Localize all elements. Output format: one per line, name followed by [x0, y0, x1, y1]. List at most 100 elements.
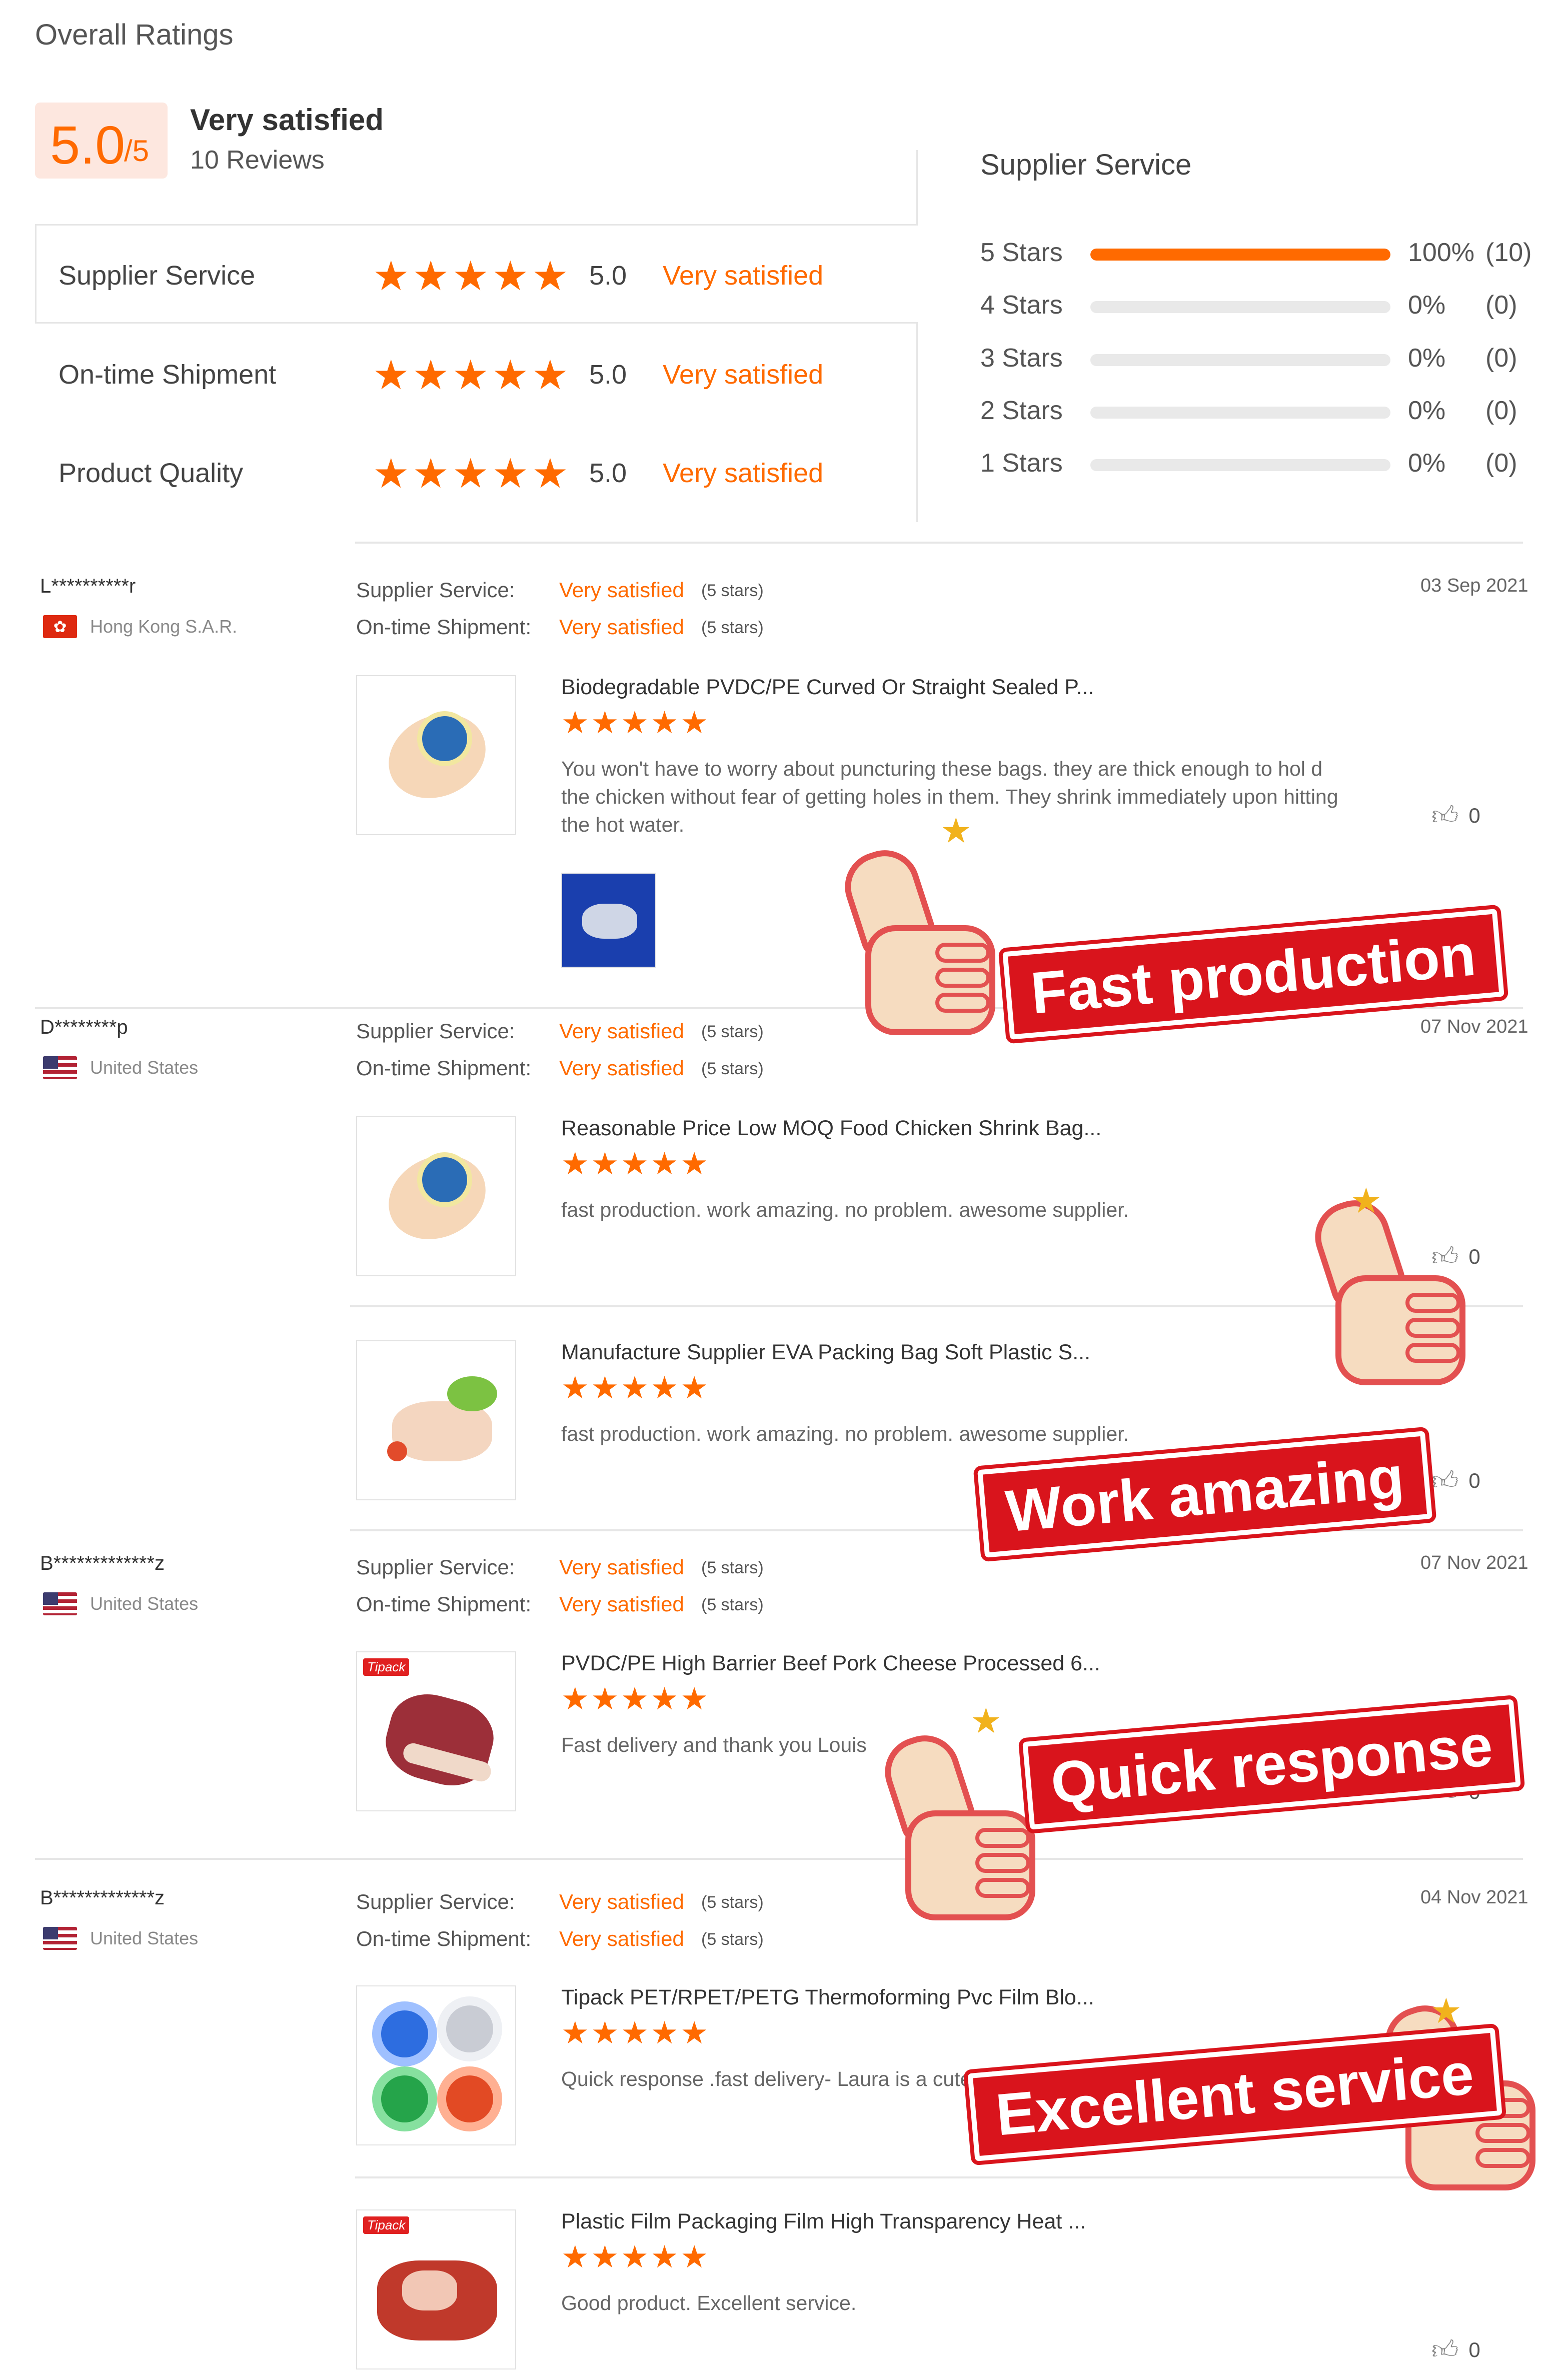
divider [916, 150, 918, 225]
divider [350, 1529, 1523, 1531]
review-date: 04 Nov 2021 [1420, 1887, 1528, 1908]
product-title-link[interactable]: Manufacture Supplier EVA Packing Bag Sof… [561, 1340, 1090, 1365]
shipment-label: On-time Shipment: [356, 1056, 532, 1080]
metric-label-on-time-shipment: On-time Shipment [59, 360, 277, 390]
like-button[interactable]: 👍︎ 0 [1431, 1465, 1480, 1496]
review-text: fast production. work amazing. no proble… [561, 1422, 1129, 1445]
metric-stars: ★ ★ ★ ★ ★ [373, 451, 569, 497]
product-title-link[interactable]: Tipack PET/RPET/PETG Thermoforming Pvc F… [561, 1985, 1094, 2010]
divider [35, 224, 37, 323]
metric-value: 5.0 [589, 261, 627, 291]
divider [35, 322, 918, 324]
overall-score-badge: 5.0 /5 [35, 103, 168, 179]
supplier-service-label: Supplier Service: [356, 578, 515, 602]
rating-stars: ★ ★ ★ ★ ★ [561, 706, 708, 740]
supplier-service-rating: Very satisfied [559, 1890, 684, 1913]
product-thumbnail[interactable] [356, 1340, 516, 1500]
overall-score-max: /5 [124, 134, 150, 168]
metric-value: 5.0 [589, 458, 627, 488]
reviewer-country: United States [43, 1927, 198, 1950]
distribution-bar [1090, 407, 1390, 419]
product-title-link[interactable]: Plastic Film Packaging Film High Transpa… [561, 2209, 1086, 2234]
like-button[interactable]: 👍︎ 0 [1431, 800, 1480, 831]
divider [355, 2176, 1523, 2178]
supplier-service-rating: Very satisfied [559, 1019, 684, 1043]
rating-stars: ★ ★ ★ ★ ★ [561, 1147, 708, 1181]
divider [35, 1858, 1523, 1860]
brand-tag: Tipack [363, 2216, 410, 2234]
distribution-count: (0) [1485, 449, 1517, 478]
product-thumbnail[interactable]: Tipack [356, 1651, 516, 1811]
product-thumbnail[interactable]: Tipack [356, 2209, 516, 2369]
shipment-rating: Very satisfied [559, 615, 684, 639]
thumbs-up-icon: 👍︎ [1431, 1466, 1459, 1495]
distribution-percent: 0% [1408, 396, 1446, 425]
shipment-stars-note: (5 stars) [701, 1059, 764, 1078]
thumbs-up-icon: 👍︎ [1431, 801, 1459, 830]
us-flag-icon [43, 1592, 77, 1615]
review-text: fast production. work amazing. no proble… [561, 1198, 1129, 1221]
shipment-rating: Very satisfied [559, 1592, 684, 1616]
country-label: United States [90, 1057, 199, 1078]
product-title-link[interactable]: Reasonable Price Low MOQ Food Chicken Sh… [561, 1116, 1101, 1141]
product-title-link[interactable]: PVDC/PE High Barrier Beef Pork Cheese Pr… [561, 1651, 1100, 1676]
distribution-label: 5 Stars [980, 238, 1063, 267]
metric-label-supplier-service: Supplier Service [59, 261, 256, 291]
supplier-service-label: Supplier Service: [356, 1890, 515, 1913]
shipment-stars-note: (5 stars) [701, 1930, 764, 1949]
rating-stars: ★ ★ ★ ★ ★ [561, 1682, 708, 1716]
thumbs-up-icon: 👍︎ [1431, 2335, 1459, 2364]
supplier-service-rating: Very satisfied [559, 578, 684, 602]
country-label: United States [90, 1593, 199, 1614]
rating-stars: ★ ★ ★ ★ ★ [561, 2240, 708, 2274]
distribution-row: 5 Stars 100% (10) [980, 238, 1540, 278]
supplier-service-stars-note: (5 stars) [701, 581, 764, 600]
product-thumbnail[interactable] [356, 1985, 516, 2145]
reviewer-country: United States [43, 1056, 198, 1079]
shipment-rating: Very satisfied [559, 1927, 684, 1950]
hong-kong-flag-icon: ✿ [43, 615, 77, 638]
supplier-service-rating: Very satisfied [559, 1555, 684, 1579]
overall-ratings-title: Overall Ratings [35, 19, 234, 51]
distribution-percent: 0% [1408, 344, 1446, 373]
sticker-stamp: Quick response [1018, 1693, 1525, 1836]
product-thumbnail[interactable] [356, 675, 516, 835]
shipment-label: On-time Shipment: [356, 615, 532, 639]
sticker-stamp: Work amazing [973, 1425, 1436, 1564]
like-count: 0 [1468, 1469, 1480, 1492]
reviewer-country: ✿ Hong Kong S.A.R. [43, 615, 237, 638]
review-text: Good product. Excellent service. [561, 2291, 857, 2314]
distribution-label: 1 Stars [980, 449, 1063, 478]
us-flag-icon [43, 1927, 77, 1950]
shipment-label: On-time Shipment: [356, 1927, 532, 1950]
divider [916, 322, 918, 522]
distribution-percent: 0% [1408, 449, 1446, 478]
reviewer-name: B*************z [40, 1552, 165, 1574]
distribution-row: 2 Stars 0% (0) [980, 396, 1540, 436]
distribution-count: (0) [1485, 344, 1517, 373]
country-label: Hong Kong S.A.R. [90, 616, 238, 637]
rating-stars: ★ ★ ★ ★ ★ [561, 2016, 708, 2050]
like-count: 0 [1468, 2338, 1480, 2361]
review-photo[interactable] [561, 873, 656, 968]
distribution-row: 1 Stars 0% (0) [980, 448, 1540, 488]
like-count: 0 [1468, 804, 1480, 827]
distribution-bar [1090, 301, 1390, 313]
star-sparkle-icon: ★ [940, 811, 972, 850]
overall-score: 5.0 [50, 115, 126, 175]
metric-word: Very satisfied [663, 360, 824, 390]
shipment-stars-note: (5 stars) [701, 1595, 764, 1614]
product-thumbnail[interactable] [356, 1116, 516, 1276]
shipment-label: On-time Shipment: [356, 1592, 532, 1616]
distribution-label: 2 Stars [980, 396, 1063, 425]
distribution-percent: 100% [1408, 238, 1474, 267]
metric-stars: ★ ★ ★ ★ ★ [373, 254, 569, 299]
metric-stars: ★ ★ ★ ★ ★ [373, 353, 569, 398]
reviewer-name: L**********r [40, 575, 136, 597]
like-button[interactable]: 👍︎ 0 [1431, 2334, 1480, 2365]
review-date: 07 Nov 2021 [1420, 1552, 1528, 1573]
star-sparkle-icon: ★ [1350, 1181, 1382, 1220]
brand-tag: Tipack [363, 1658, 410, 1676]
product-title-link[interactable]: Biodegradable PVDC/PE Curved Or Straight… [561, 675, 1094, 700]
supplier-service-stars-note: (5 stars) [701, 1558, 764, 1577]
